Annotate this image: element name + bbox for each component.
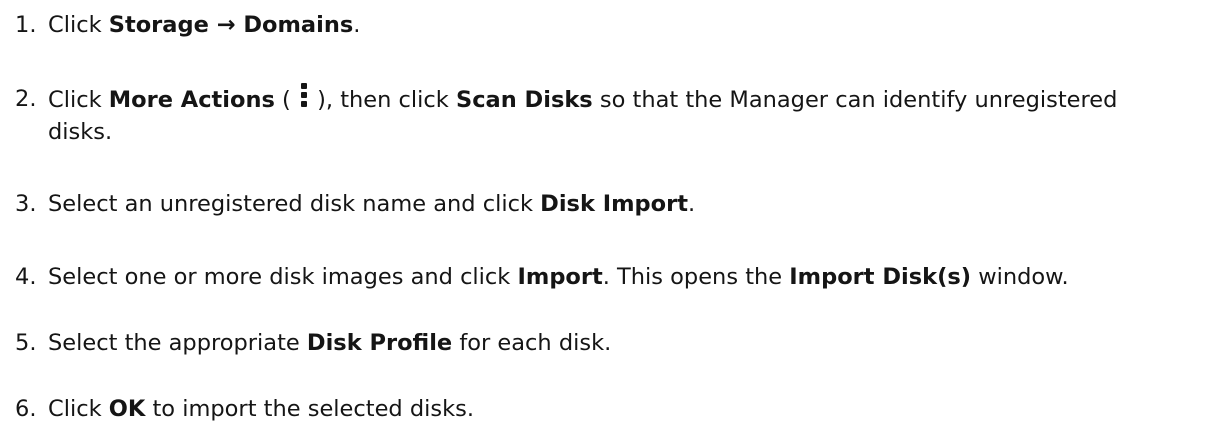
more-actions-label: More Actions xyxy=(108,87,275,113)
import-disks-window-label: Import Disk(s) xyxy=(789,264,972,290)
step-number: 5. xyxy=(15,330,37,356)
step-text: Select an unregistered disk name and cli… xyxy=(48,191,696,217)
disk-import-label: Disk Import xyxy=(540,191,688,217)
step-number: 1. xyxy=(15,12,37,38)
step-text: Select one or more disk images and click… xyxy=(48,264,1069,290)
step-text: Click Storage → Domains. xyxy=(48,12,361,38)
step-text: Click OK to import the selected disks. xyxy=(48,396,475,422)
step-number: 6. xyxy=(15,396,37,422)
step-number: 2. xyxy=(15,86,37,112)
scan-disks-label: Scan Disks xyxy=(455,87,593,113)
kebab-vertical-icon xyxy=(300,83,308,109)
disk-profile-label: Disk Profile xyxy=(306,330,453,356)
step-text: Select the appropriate Disk Profile for … xyxy=(48,330,612,356)
step-text: Click More Actions ( ), then click Scan … xyxy=(48,83,1208,148)
menu-path-storage-domains: Storage → Domains xyxy=(108,12,354,38)
import-label: Import xyxy=(517,264,603,290)
step-number: 3. xyxy=(15,191,37,217)
step-number: 4. xyxy=(15,264,37,290)
ok-label: OK xyxy=(108,396,146,422)
